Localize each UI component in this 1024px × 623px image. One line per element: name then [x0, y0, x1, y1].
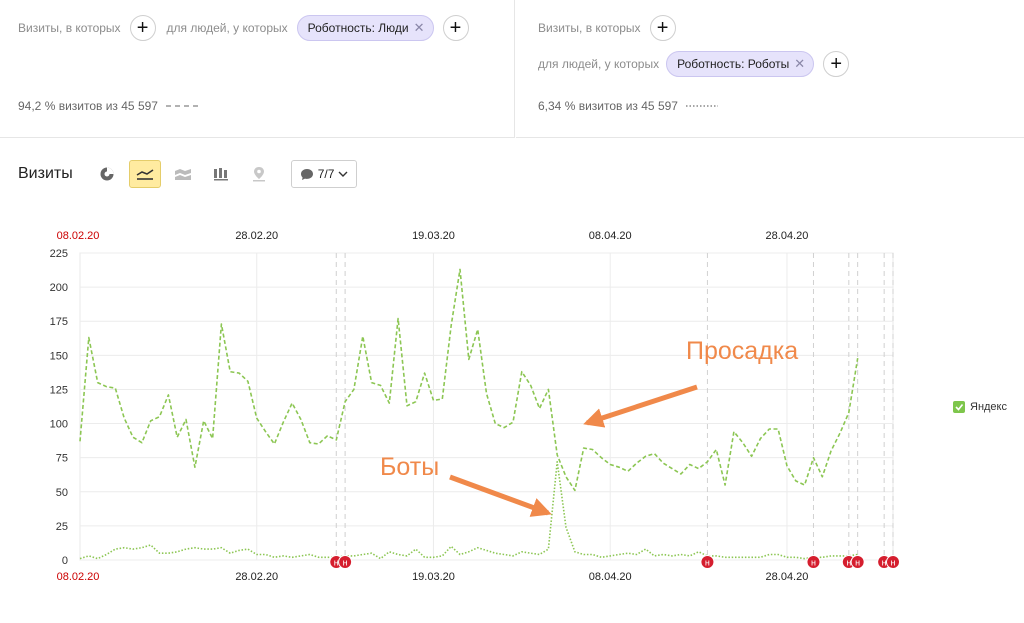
map-button[interactable] — [243, 160, 275, 188]
add-visit-condition-button[interactable]: + — [129, 15, 156, 41]
holiday-marker-label: н — [343, 558, 348, 568]
plus-icon: + — [656, 17, 669, 39]
map-pin-icon — [252, 167, 265, 182]
chevron-down-icon — [338, 171, 348, 177]
holiday-marker-label: н — [882, 558, 887, 568]
holiday-marker-label: н — [811, 558, 816, 568]
holiday-marker-label: н — [846, 558, 851, 568]
annotation-arrow — [449, 474, 552, 517]
robotness-filter-chip[interactable]: Роботность: Люди ✕ — [296, 15, 434, 41]
holiday-marker-label: н — [705, 558, 710, 568]
chart-toolbar: Визиты 7/7 — [18, 160, 358, 188]
bar-chart-icon — [213, 168, 228, 181]
annotation-label: Просадка — [686, 337, 798, 365]
x-bottom-tick-label: 19.03.20 — [412, 571, 455, 583]
y-tick-label: 100 — [50, 419, 68, 431]
add-people-condition-button[interactable]: + — [442, 15, 469, 41]
segment-panel-right: Визиты, в которых + для людей, у которых… — [516, 0, 1024, 138]
checkmark-icon — [955, 404, 964, 411]
y-tick-label: 0 — [62, 555, 68, 567]
dotted-line-legend-icon — [685, 105, 718, 107]
dropdown-value: 7/7 — [317, 167, 335, 181]
x-top-tick-label: 19.03.20 — [412, 230, 455, 242]
segment-panel-left: Визиты, в которых + для людей, у которых… — [0, 0, 515, 138]
close-icon[interactable]: ✕ — [794, 56, 805, 72]
segment-condition-row: Визиты, в которых + — [538, 15, 676, 41]
pie-chart-button[interactable] — [91, 160, 123, 188]
add-visit-condition-button[interactable]: + — [649, 15, 676, 41]
y-tick-label: 225 — [50, 248, 68, 260]
x-top-tick-label: 28.04.20 — [766, 230, 809, 242]
segment-stat-row: 94,2 % визитов из 45 597 — [18, 99, 198, 113]
x-bottom-tick-label: 08.02.20 — [57, 571, 100, 583]
line-chart-icon — [136, 169, 154, 180]
robotness-filter-chip[interactable]: Роботность: Роботы ✕ — [666, 51, 815, 77]
holiday-marker-label: н — [334, 558, 339, 568]
segment-condition-row: для людей, у которых Роботность: Роботы … — [538, 51, 850, 77]
segment-stat-row: 6,34 % визитов из 45 597 — [538, 99, 718, 113]
segment-stat: 94,2 % визитов из 45 597 — [18, 99, 158, 113]
y-tick-label: 125 — [50, 384, 68, 396]
plus-icon: + — [830, 53, 843, 75]
robots-series-line — [79, 461, 858, 560]
y-tick-label: 175 — [50, 316, 68, 328]
dashed-line-legend-icon — [165, 105, 198, 107]
visits-condition-label: Визиты, в которых — [538, 21, 641, 35]
comment-icon — [300, 168, 313, 180]
stacked-area-button[interactable] — [167, 160, 199, 188]
x-bottom-tick-label: 28.02.20 — [235, 571, 278, 583]
x-top-tick-label: 08.02.20 — [57, 230, 100, 242]
close-icon[interactable]: ✕ — [414, 20, 425, 36]
legend-checkbox[interactable] — [953, 401, 965, 413]
visits-condition-label: Визиты, в которых — [18, 21, 121, 35]
annotations-dropdown[interactable]: 7/7 — [290, 160, 358, 188]
plus-icon: + — [136, 17, 149, 39]
holiday-marker-label: н — [891, 558, 896, 568]
x-top-tick-label: 28.02.20 — [235, 230, 278, 242]
chip-label: Роботность: Роботы — [677, 57, 790, 71]
x-bottom-tick-label: 28.04.20 — [766, 571, 809, 583]
y-tick-label: 150 — [50, 350, 68, 362]
people-condition-label: для людей, у которых — [538, 57, 660, 71]
plus-icon: + — [449, 17, 462, 39]
segment-condition-row: Визиты, в которых + для людей, у которых… — [18, 15, 469, 41]
plot-frame — [79, 252, 894, 561]
legend-label: Яндекс — [970, 401, 1007, 413]
line-chart-button[interactable] — [128, 160, 161, 188]
bar-chart-button[interactable] — [205, 160, 237, 188]
y-tick-label: 75 — [56, 453, 68, 465]
holiday-marker-label: н — [855, 558, 860, 568]
chart-title: Визиты — [18, 165, 73, 182]
y-tick-label: 50 — [56, 487, 68, 499]
y-tick-label: 25 — [56, 521, 68, 533]
pie-chart-icon — [100, 167, 114, 181]
visits-line-chart: 0 25 50 75 100 125 150 175 200 225 08.02.20 28.02.2… — [50, 230, 900, 583]
chip-label: Роботность: Люди — [307, 21, 409, 35]
segment-stat: 6,34 % визитов из 45 597 — [538, 99, 678, 113]
y-tick-label: 200 — [50, 282, 68, 294]
chart-legend: Яндекс — [953, 401, 1007, 413]
annotation-arrow — [583, 384, 698, 428]
add-people-condition-button[interactable]: + — [823, 51, 850, 77]
stacked-area-icon — [174, 169, 191, 180]
people-condition-label: для людей, у которых — [166, 21, 288, 35]
x-bottom-tick-label: 08.04.20 — [589, 571, 632, 583]
annotation-label: Боты — [380, 453, 439, 481]
x-top-tick-label: 08.04.20 — [589, 230, 632, 242]
